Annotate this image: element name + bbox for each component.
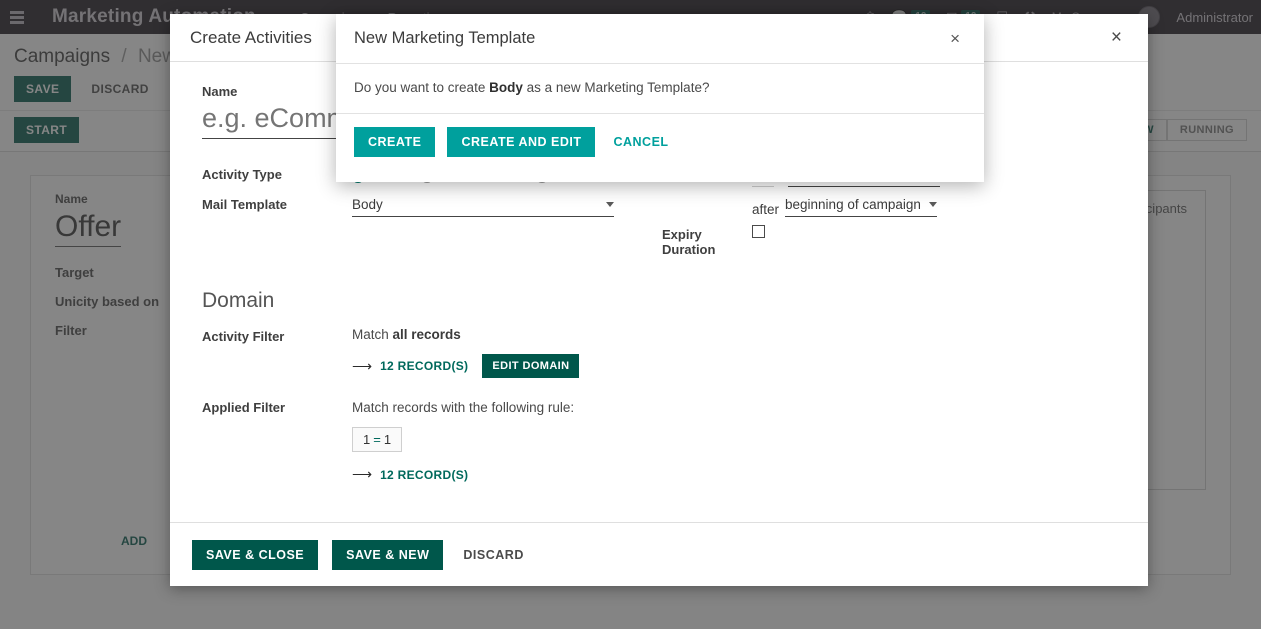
activity-type-label: Activity Type	[202, 167, 282, 182]
mail-template-value: Body	[352, 197, 383, 212]
create-activities-title: Create Activities	[190, 27, 312, 47]
applied-filter-label: Applied Filter	[202, 400, 286, 415]
applied-filter-rule-chip[interactable]: 1 = 1	[352, 427, 403, 452]
save-and-new-button[interactable]: SAVE & NEW	[332, 539, 444, 570]
empty-cell	[352, 221, 662, 263]
trigger-after-spacer	[662, 191, 752, 221]
expiry-duration-checkbox[interactable]	[752, 225, 765, 238]
arrow-right-icon: ⟶	[352, 357, 373, 374]
new-template-header: New Marketing Template ×	[336, 14, 984, 64]
new-template-title: New Marketing Template	[354, 29, 536, 47]
chevron-down-icon	[929, 202, 938, 207]
activity-filter-match-value: all records	[392, 327, 461, 342]
new-marketing-template-dialog: New Marketing Template × Do you want to …	[336, 14, 984, 182]
rule-left-value: 1	[363, 432, 371, 447]
applied-filter-records-link[interactable]: 12 RECORD(S)	[380, 468, 468, 482]
activity-filter-label: Activity Filter	[202, 329, 285, 344]
chevron-down-icon	[606, 202, 614, 207]
activity-filter-match-prefix: Match	[352, 327, 389, 342]
activity-filter-field: Match all records ⟶ 12 RECORD(S) EDIT DO…	[352, 323, 1116, 382]
activity-filter-records-row: ⟶ 12 RECORD(S) EDIT DOMAIN	[352, 354, 1116, 378]
new-template-subject: Body	[489, 80, 523, 95]
domain-heading: Domain	[202, 289, 275, 312]
applied-filter-records-row: ⟶ 12 RECORD(S)	[352, 466, 1116, 483]
trigger-type-value: beginning of campaign	[785, 197, 921, 212]
activity-filter-match-row: Match all records	[352, 327, 1116, 342]
rule-right-value: 1	[383, 432, 392, 447]
arrow-right-icon: ⟶	[352, 466, 373, 482]
new-template-text-suffix: as a new Marketing Template?	[526, 80, 710, 95]
activity-filter-records-link[interactable]: 12 RECORD(S)	[380, 359, 468, 373]
trigger-after-label: after	[752, 202, 780, 217]
mail-template-field: Body	[352, 191, 662, 221]
create-and-edit-button[interactable]: CREATE AND EDIT	[447, 127, 596, 157]
close-icon[interactable]: ×	[1105, 26, 1128, 49]
create-activities-footer: SAVE & CLOSE SAVE & NEW DISCARD	[170, 522, 1148, 586]
expiry-duration-field	[752, 221, 1116, 263]
mail-template-select[interactable]: Body	[352, 195, 614, 217]
new-template-footer: CREATE CREATE AND EDIT CANCEL	[336, 114, 984, 170]
save-and-close-button[interactable]: SAVE & CLOSE	[192, 539, 319, 570]
rule-operator: =	[373, 432, 381, 447]
mail-template-label: Mail Template	[202, 197, 288, 212]
applied-filter-text: Match records with the following rule:	[352, 400, 575, 415]
trigger-type-select[interactable]: beginning of campaign	[785, 195, 938, 217]
applied-filter-field: Match records with the following rule: 1…	[352, 382, 1116, 487]
create-button[interactable]: CREATE	[354, 127, 436, 157]
trigger-type-field: after beginning of campaign	[752, 191, 1116, 221]
expiry-duration-label: Expiry Duration	[662, 227, 716, 257]
close-icon[interactable]: ×	[944, 29, 966, 48]
discard-button[interactable]: DISCARD	[457, 547, 529, 563]
empty-cell	[202, 221, 352, 263]
edit-domain-button[interactable]: EDIT DOMAIN	[482, 354, 580, 378]
cancel-button[interactable]: CANCEL	[607, 134, 674, 150]
new-template-body: Do you want to create Body as a new Mark…	[336, 64, 984, 114]
new-template-text-prefix: Do you want to create	[354, 80, 486, 95]
